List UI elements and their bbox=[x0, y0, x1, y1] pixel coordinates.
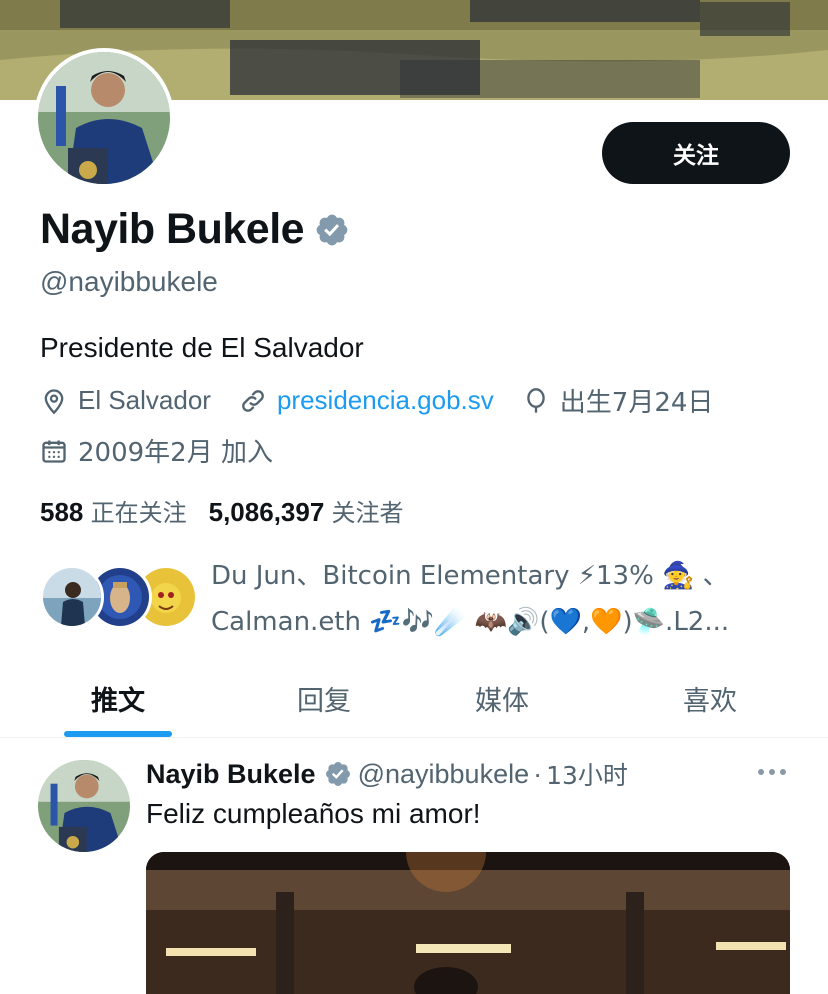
profile-joined-row: 2009年2月 加入 bbox=[40, 432, 301, 469]
avatar-image bbox=[38, 52, 170, 184]
location-item: El Salvador bbox=[40, 385, 211, 416]
tab-likes[interactable]: 喜欢 bbox=[592, 660, 828, 737]
profile-avatar[interactable] bbox=[34, 48, 174, 188]
follower-avatar-1 bbox=[40, 565, 104, 629]
profile-meta-row: El Salvador presidencia.gob.sv 出生7月24日 bbox=[40, 382, 741, 419]
profile-bio: Presidente de El Salvador bbox=[40, 332, 364, 363]
tweet-author-name[interactable]: Nayib Bukele bbox=[146, 759, 316, 790]
followers-you-know[interactable]: Du Jun、Bitcoin Elementary ⚡13% 🧙 、 Calma… bbox=[40, 553, 800, 643]
profile-name-row: Nayib Bukele bbox=[40, 205, 350, 254]
following-stat[interactable]: 588 正在关注 bbox=[40, 493, 187, 528]
more-dots-icon[interactable] bbox=[756, 762, 788, 782]
tweet[interactable]: Nayib Bukele @nayibbukele · 13小时 Feliz c… bbox=[0, 740, 828, 994]
followers-count: 5,086,397 bbox=[208, 497, 325, 527]
followers-stat[interactable]: 5,086,397 关注者 bbox=[209, 493, 404, 528]
tweet-photo-image bbox=[146, 852, 790, 994]
calendar-icon bbox=[42, 440, 66, 463]
following-label: 正在关注 bbox=[90, 499, 187, 527]
verified-badge-icon bbox=[325, 762, 350, 786]
joined-item: 2009年2月 加入 bbox=[40, 432, 273, 469]
followers-you-know-line1: Du Jun、Bitcoin Elementary ⚡13% 🧙 、 bbox=[211, 561, 729, 591]
website-link[interactable]: presidencia.gob.sv bbox=[277, 385, 494, 416]
birthday-item: 出生7月24日 bbox=[522, 382, 714, 419]
following-count: 588 bbox=[40, 497, 84, 527]
followers-you-know-text: Du Jun、Bitcoin Elementary ⚡13% 🧙 、 Calma… bbox=[211, 553, 771, 645]
verified-badge-icon[interactable] bbox=[314, 212, 350, 248]
followers-label: 关注者 bbox=[331, 499, 404, 527]
tab-replies[interactable]: 回复 bbox=[236, 660, 412, 737]
tweet-header: Nayib Bukele @nayibbukele · 13小时 bbox=[146, 756, 628, 792]
tweet-text: Feliz cumpleaños mi amor! bbox=[146, 798, 481, 829]
tweet-avatar-image bbox=[38, 760, 130, 852]
location-text: El Salvador bbox=[78, 385, 211, 415]
profile-handle: @nayibbukele bbox=[40, 266, 218, 297]
profile-stats: 588 正在关注 5,086,397 关注者 bbox=[40, 493, 426, 528]
tab-tweets[interactable]: 推文 bbox=[0, 660, 236, 737]
tweet-time[interactable]: 13小时 bbox=[546, 756, 628, 792]
birthday-text: 出生7月24日 bbox=[559, 388, 714, 418]
tweet-separator: · bbox=[533, 758, 543, 789]
link-icon bbox=[242, 389, 264, 412]
website-item[interactable]: presidencia.gob.sv bbox=[239, 385, 494, 416]
location-pin-icon bbox=[44, 388, 64, 414]
tweet-photo[interactable] bbox=[146, 852, 790, 994]
tab-media[interactable]: 媒体 bbox=[412, 660, 592, 737]
tweet-author-handle[interactable]: @nayibbukele bbox=[358, 759, 530, 790]
balloon-icon bbox=[527, 387, 545, 413]
joined-text: 2009年2月 加入 bbox=[78, 438, 273, 468]
profile-tabs: 推文 回复 媒体 喜欢 bbox=[0, 660, 828, 738]
display-name: Nayib Bukele bbox=[40, 205, 305, 253]
followers-you-know-line2: Calman.eth 💤🎶☄️ 🦇🔊(💙,🧡)🛸.L2... bbox=[211, 607, 730, 637]
tweet-avatar[interactable] bbox=[38, 760, 130, 852]
follow-button[interactable]: 关注 bbox=[602, 122, 790, 184]
